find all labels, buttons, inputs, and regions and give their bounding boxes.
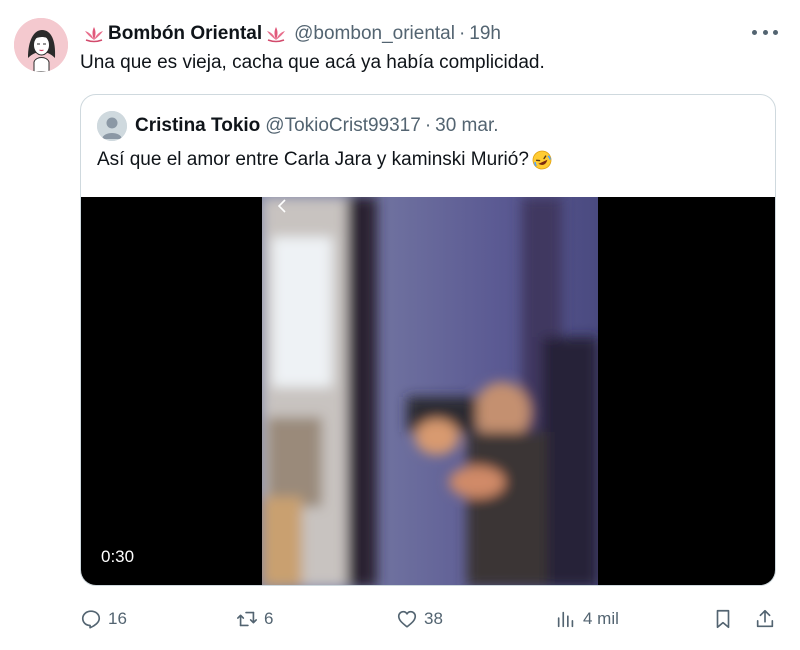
- repost-button[interactable]: 6: [236, 604, 273, 634]
- tweet-actions: 16 6 38 4 mil: [80, 604, 780, 634]
- display-name[interactable]: Bombón Oriental: [80, 23, 290, 45]
- separator-dot: ·: [458, 23, 466, 44]
- user-handle[interactable]: @bombon_oriental: [294, 23, 455, 45]
- repost-icon: [237, 611, 257, 627]
- like-button[interactable]: 38: [396, 604, 443, 634]
- quoted-date[interactable]: 30 mar.: [435, 115, 498, 137]
- bookmark-button[interactable]: [712, 604, 734, 634]
- reply-button[interactable]: 16: [80, 604, 127, 634]
- more-horizontal-icon: [762, 29, 768, 35]
- video-frame[interactable]: [262, 197, 598, 585]
- views-button[interactable]: 4 mil: [555, 604, 619, 634]
- quoted-display-name[interactable]: Cristina Tokio: [135, 115, 260, 137]
- display-name-text: Bombón Oriental: [108, 23, 263, 44]
- bookmark-icon: [716, 609, 730, 629]
- default-avatar-icon[interactable]: [97, 111, 127, 141]
- reply-icon: [81, 610, 101, 629]
- video-duration: 0:30: [101, 547, 135, 566]
- lotus-icon: [264, 25, 288, 43]
- share-button[interactable]: [754, 604, 776, 634]
- separator-dot: ·: [424, 115, 432, 136]
- quoted-tweet-header: Cristina Tokio @TokioCrist99317 · 30 mar…: [97, 111, 499, 141]
- quoted-tweet-text: Así que el amor entre Carla Jara y kamin…: [97, 149, 529, 170]
- share-icon: [756, 609, 774, 628]
- tweet-text: Una que es vieja, cacha que acá ya había…: [80, 52, 545, 73]
- more-options-button[interactable]: [752, 22, 778, 42]
- heart-icon: [397, 610, 417, 628]
- quoted-tweet[interactable]: Cristina Tokio @TokioCrist99317 · 30 mar…: [80, 94, 776, 586]
- timestamp[interactable]: 19h: [469, 23, 501, 45]
- reply-count: 16: [108, 609, 127, 628]
- view-count: 4 mil: [583, 609, 619, 628]
- avatar[interactable]: [14, 18, 68, 72]
- video-player[interactable]: 0:30: [81, 197, 775, 585]
- quoted-tweet-text-row: Así que el amor entre Carla Jara y kamin…: [97, 147, 553, 173]
- analytics-icon: [557, 611, 574, 628]
- more-horizontal-icon: [773, 29, 778, 35]
- tweet[interactable]: Bombón Oriental @bombon_oriental · 19h U…: [0, 0, 800, 650]
- repost-count: 6: [264, 609, 274, 628]
- rolling-on-floor-laughing-icon: [531, 149, 553, 171]
- more-horizontal-icon: [752, 29, 757, 35]
- tweet-header: Bombón Oriental @bombon_oriental · 19h: [80, 20, 501, 48]
- lotus-icon: [82, 25, 106, 43]
- quoted-user-handle[interactable]: @TokioCrist99317: [265, 115, 421, 137]
- chevron-left-icon[interactable]: [274, 197, 292, 215]
- like-count: 38: [424, 609, 443, 628]
